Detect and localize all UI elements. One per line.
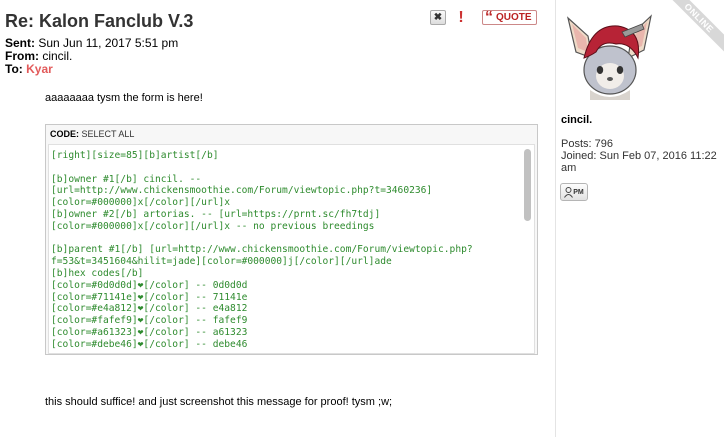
user-icon <box>564 186 574 198</box>
from-label: From: <box>5 49 39 63</box>
code-line: [color=#000000]x[/color][/url]x <box>51 197 231 209</box>
code-line: [color=#71141e]❤[/color] -- 71141e <box>51 291 248 303</box>
to-label: To: <box>5 62 23 76</box>
code-line: [b]parent #1[/b] [url=http://www.chicken… <box>51 244 473 256</box>
code-label: CODE: <box>50 129 79 139</box>
report-icon-glyph: ! <box>458 8 464 26</box>
avatar[interactable] <box>562 12 657 102</box>
code-line: [b]owner #2[/b] artorias. -- [url=https:… <box>51 208 381 220</box>
quote-button[interactable]: “ QUOTE <box>482 8 537 26</box>
code-lines: [right][size=85][b]artist[/b] [b]owner #… <box>51 150 473 351</box>
post-actions: ✖ ! “ QUOTE <box>430 8 537 26</box>
code-line: [url=http://www.chickensmoothie.com/Foru… <box>51 185 433 197</box>
post-title: Re: Kalon Fanclub V.3 <box>5 11 194 31</box>
code-line: [color=#0d0d0d]❤[/color] -- 0d0d0d <box>51 279 248 291</box>
code-line: [color=#e4a812]❤[/color] -- e4a812 <box>51 303 248 315</box>
profile-username[interactable]: cincil. <box>561 114 592 126</box>
quote-label: QUOTE <box>496 12 532 23</box>
code-box: CODE: SELECT ALL [right][size=85][b]arti… <box>45 124 538 355</box>
to-value[interactable]: Kyar <box>26 62 53 76</box>
pm-label: PM <box>573 188 584 196</box>
code-line: [color=#debe46]❤[/color] -- debe46 <box>51 338 248 350</box>
code-scrollbar-thumb[interactable] <box>524 149 531 221</box>
code-line: [color=#000000]x[/color][/url]x -- no pr… <box>51 220 375 232</box>
code-content[interactable]: [right][size=85][b]artist[/b] [b]owner #… <box>48 144 535 354</box>
message-meta: Sent: Sun Jun 11, 2017 5:51 pm From: cin… <box>5 37 178 76</box>
close-icon-glyph: ✖ <box>433 12 443 23</box>
posts-label: Posts: <box>561 138 592 150</box>
profile-stats: Posts: 796 Joined: Sun Feb 07, 2016 11:2… <box>561 138 724 174</box>
posts-value: 796 <box>594 138 613 150</box>
sent-label: Sent: <box>5 36 35 50</box>
posts-row: Posts: 796 <box>561 138 724 150</box>
profile-panel: ONLINE cincil. Posts: 796 Joined: Sun Fe… <box>555 0 724 437</box>
to-row: To: Kyar <box>5 63 178 76</box>
code-line: [b]owner #1[/b] cincil. -- <box>51 173 202 185</box>
joined-label: Joined: <box>561 150 597 162</box>
quote-icon: “ <box>485 8 493 26</box>
from-value[interactable]: cincil. <box>42 49 72 63</box>
close-icon[interactable]: ✖ <box>430 10 446 25</box>
code-line: f=53&t=3451604&hilit=jade][color=#000000… <box>51 256 392 268</box>
joined-row: Joined: Sun Feb 07, 2016 11:22 am <box>561 150 724 174</box>
online-ribbon: ONLINE <box>662 0 724 55</box>
code-line: [color=#a61323]❤[/color] -- a61323 <box>51 326 248 338</box>
message-body: aaaaaaaa tysm the form is here! <box>45 92 203 104</box>
report-icon[interactable]: ! <box>454 8 468 26</box>
sent-value: Sun Jun 11, 2017 5:51 pm <box>38 36 179 50</box>
select-all-link[interactable]: SELECT ALL <box>82 129 135 139</box>
code-line: [b]hex codes[/b] <box>51 267 144 279</box>
code-header: CODE: SELECT ALL <box>50 129 134 139</box>
code-line: [color=#fafef9]❤[/color] -- fafef9 <box>51 315 248 327</box>
pm-button[interactable]: PM <box>560 183 588 201</box>
code-line: [right][size=85][b]artist[/b] <box>51 150 219 161</box>
message-footer: this should suffice! and just screenshot… <box>45 396 393 408</box>
